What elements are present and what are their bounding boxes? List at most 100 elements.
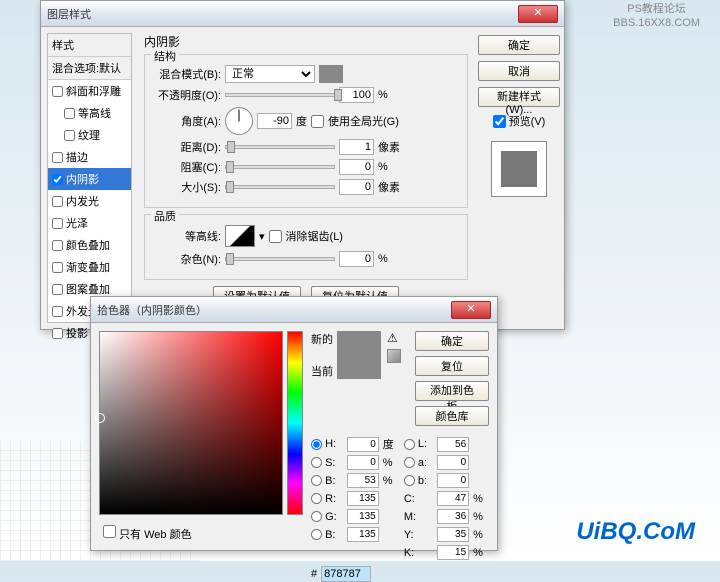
hue-slider[interactable] [287, 331, 303, 515]
b-input[interactable] [437, 473, 469, 488]
opacity-input[interactable] [339, 87, 374, 103]
antialias-checkbox[interactable] [269, 230, 282, 243]
color-lib-button[interactable]: 颜色库 [415, 406, 489, 426]
new-current-swatch[interactable] [337, 331, 381, 379]
style-item-stroke[interactable]: 描边 [48, 146, 131, 168]
add-swatch-button[interactable]: 添加到色板 [415, 381, 489, 401]
choke-input[interactable] [339, 159, 374, 175]
size-input[interactable] [339, 179, 374, 195]
checkbox[interactable] [64, 130, 75, 141]
color-swatch[interactable] [319, 65, 343, 83]
distance-input[interactable] [339, 139, 374, 155]
a-radio[interactable] [404, 457, 415, 468]
style-item-color-overlay[interactable]: 颜色叠加 [48, 234, 131, 256]
style-item-satin[interactable]: 光泽 [48, 212, 131, 234]
titlebar[interactable]: 图层样式 ✕ [41, 1, 564, 27]
dialog-title: 拾色器（内阴影颜色） [97, 302, 451, 318]
section-title: 内阴影 [144, 33, 468, 50]
checkbox[interactable] [52, 86, 63, 97]
current-color [338, 355, 380, 378]
style-item-texture[interactable]: 纹理 [48, 124, 131, 146]
h-input[interactable] [347, 437, 379, 452]
blend-options[interactable]: 混合选项:默认 [48, 57, 131, 80]
angle-dial[interactable] [225, 107, 253, 135]
m-input[interactable] [437, 509, 469, 524]
opacity-slider[interactable] [225, 93, 335, 97]
bv-radio[interactable] [311, 475, 322, 486]
l-input[interactable] [437, 437, 469, 452]
watermark: PS教程论坛 BBS.16XX8.COM [613, 2, 700, 31]
style-item-inner-glow[interactable]: 内发光 [48, 190, 131, 212]
checkbox[interactable] [52, 284, 63, 295]
web-only-checkbox[interactable] [103, 525, 116, 538]
style-item-inner-shadow[interactable]: 内阴影 [48, 168, 131, 190]
checkbox[interactable] [52, 262, 63, 273]
bb-radio[interactable] [311, 529, 322, 540]
reset-button[interactable]: 复位 [415, 356, 489, 376]
ok-button[interactable]: 确定 [415, 331, 489, 351]
bb-input[interactable] [347, 527, 379, 542]
style-item-contour[interactable]: 等高线 [48, 102, 131, 124]
checkbox[interactable] [52, 152, 63, 163]
ok-button[interactable]: 确定 [478, 35, 560, 55]
checkbox[interactable] [52, 328, 63, 339]
contour-label: 等高线: [153, 228, 221, 244]
size-slider[interactable] [225, 185, 335, 189]
global-light-checkbox[interactable] [311, 115, 324, 128]
noise-input[interactable] [339, 251, 374, 267]
s-radio[interactable] [311, 457, 322, 468]
r-radio[interactable] [311, 493, 322, 504]
a-input[interactable] [437, 455, 469, 470]
cancel-button[interactable]: 取消 [478, 61, 560, 81]
checkbox[interactable] [64, 108, 75, 119]
noise-slider[interactable] [225, 257, 335, 261]
current-label: 当前 [311, 363, 333, 379]
s-input[interactable] [347, 455, 379, 470]
y-input[interactable] [437, 527, 469, 542]
close-button[interactable]: ✕ [518, 5, 558, 23]
angle-input[interactable] [257, 113, 292, 129]
h-radio[interactable] [311, 439, 322, 450]
angle-label: 角度(A): [153, 113, 221, 129]
new-style-button[interactable]: 新建样式(W)... [478, 87, 560, 107]
distance-slider[interactable] [225, 145, 335, 149]
preview-box [491, 141, 547, 197]
k-input[interactable] [437, 545, 469, 560]
chevron-down-icon[interactable]: ▾ [259, 230, 265, 243]
r-input[interactable] [347, 491, 379, 506]
preview-toggle[interactable]: 预览(V) [493, 113, 546, 129]
styles-header[interactable]: 样式 [48, 34, 131, 57]
b-radio[interactable] [404, 475, 415, 486]
blend-mode-select[interactable]: 正常 [225, 65, 315, 83]
g-radio[interactable] [311, 511, 322, 522]
color-marker[interactable] [95, 413, 105, 423]
titlebar[interactable]: 拾色器（内阴影颜色） ✕ [91, 297, 497, 323]
checkbox[interactable] [52, 240, 63, 251]
c-input[interactable] [437, 491, 469, 506]
choke-slider[interactable] [225, 165, 335, 169]
hex-input[interactable] [321, 566, 371, 582]
value-grid: H:度 L: S:% a: B:% b: R: C:% G: M:% B: Y:… [311, 436, 489, 560]
warning-icon[interactable]: ⚠ [387, 331, 401, 345]
web-only-toggle[interactable]: 只有 Web 颜色 [103, 525, 192, 542]
antialias-label: 消除锯齿(L) [286, 228, 343, 244]
style-item-gradient-overlay[interactable]: 渐变叠加 [48, 256, 131, 278]
checkbox[interactable] [52, 218, 63, 229]
layer-style-dialog: 图层样式 ✕ 样式 混合选项:默认 斜面和浮雕 等高线 纹理 描边 内阴影 内发… [40, 0, 565, 330]
new-label: 新的 [311, 331, 333, 347]
checkbox[interactable] [52, 196, 63, 207]
contour-picker[interactable] [225, 225, 255, 247]
bv-input[interactable] [347, 473, 379, 488]
settings-area: 内阴影 结构 混合模式(B): 正常 不透明度(O): % 角度(A): [138, 27, 474, 329]
color-field[interactable] [99, 331, 283, 515]
g-input[interactable] [347, 509, 379, 524]
color-values: 新的 当前 ⚠ 确定 复位 添加到色板 颜色库 [311, 331, 489, 542]
checkbox[interactable] [52, 174, 63, 185]
cube-icon[interactable] [387, 349, 401, 363]
preview-checkbox[interactable] [493, 115, 506, 128]
style-item-bevel[interactable]: 斜面和浮雕 [48, 80, 131, 102]
checkbox[interactable] [52, 306, 63, 317]
new-color [338, 332, 380, 355]
l-radio[interactable] [404, 439, 415, 450]
close-button[interactable]: ✕ [451, 301, 491, 319]
